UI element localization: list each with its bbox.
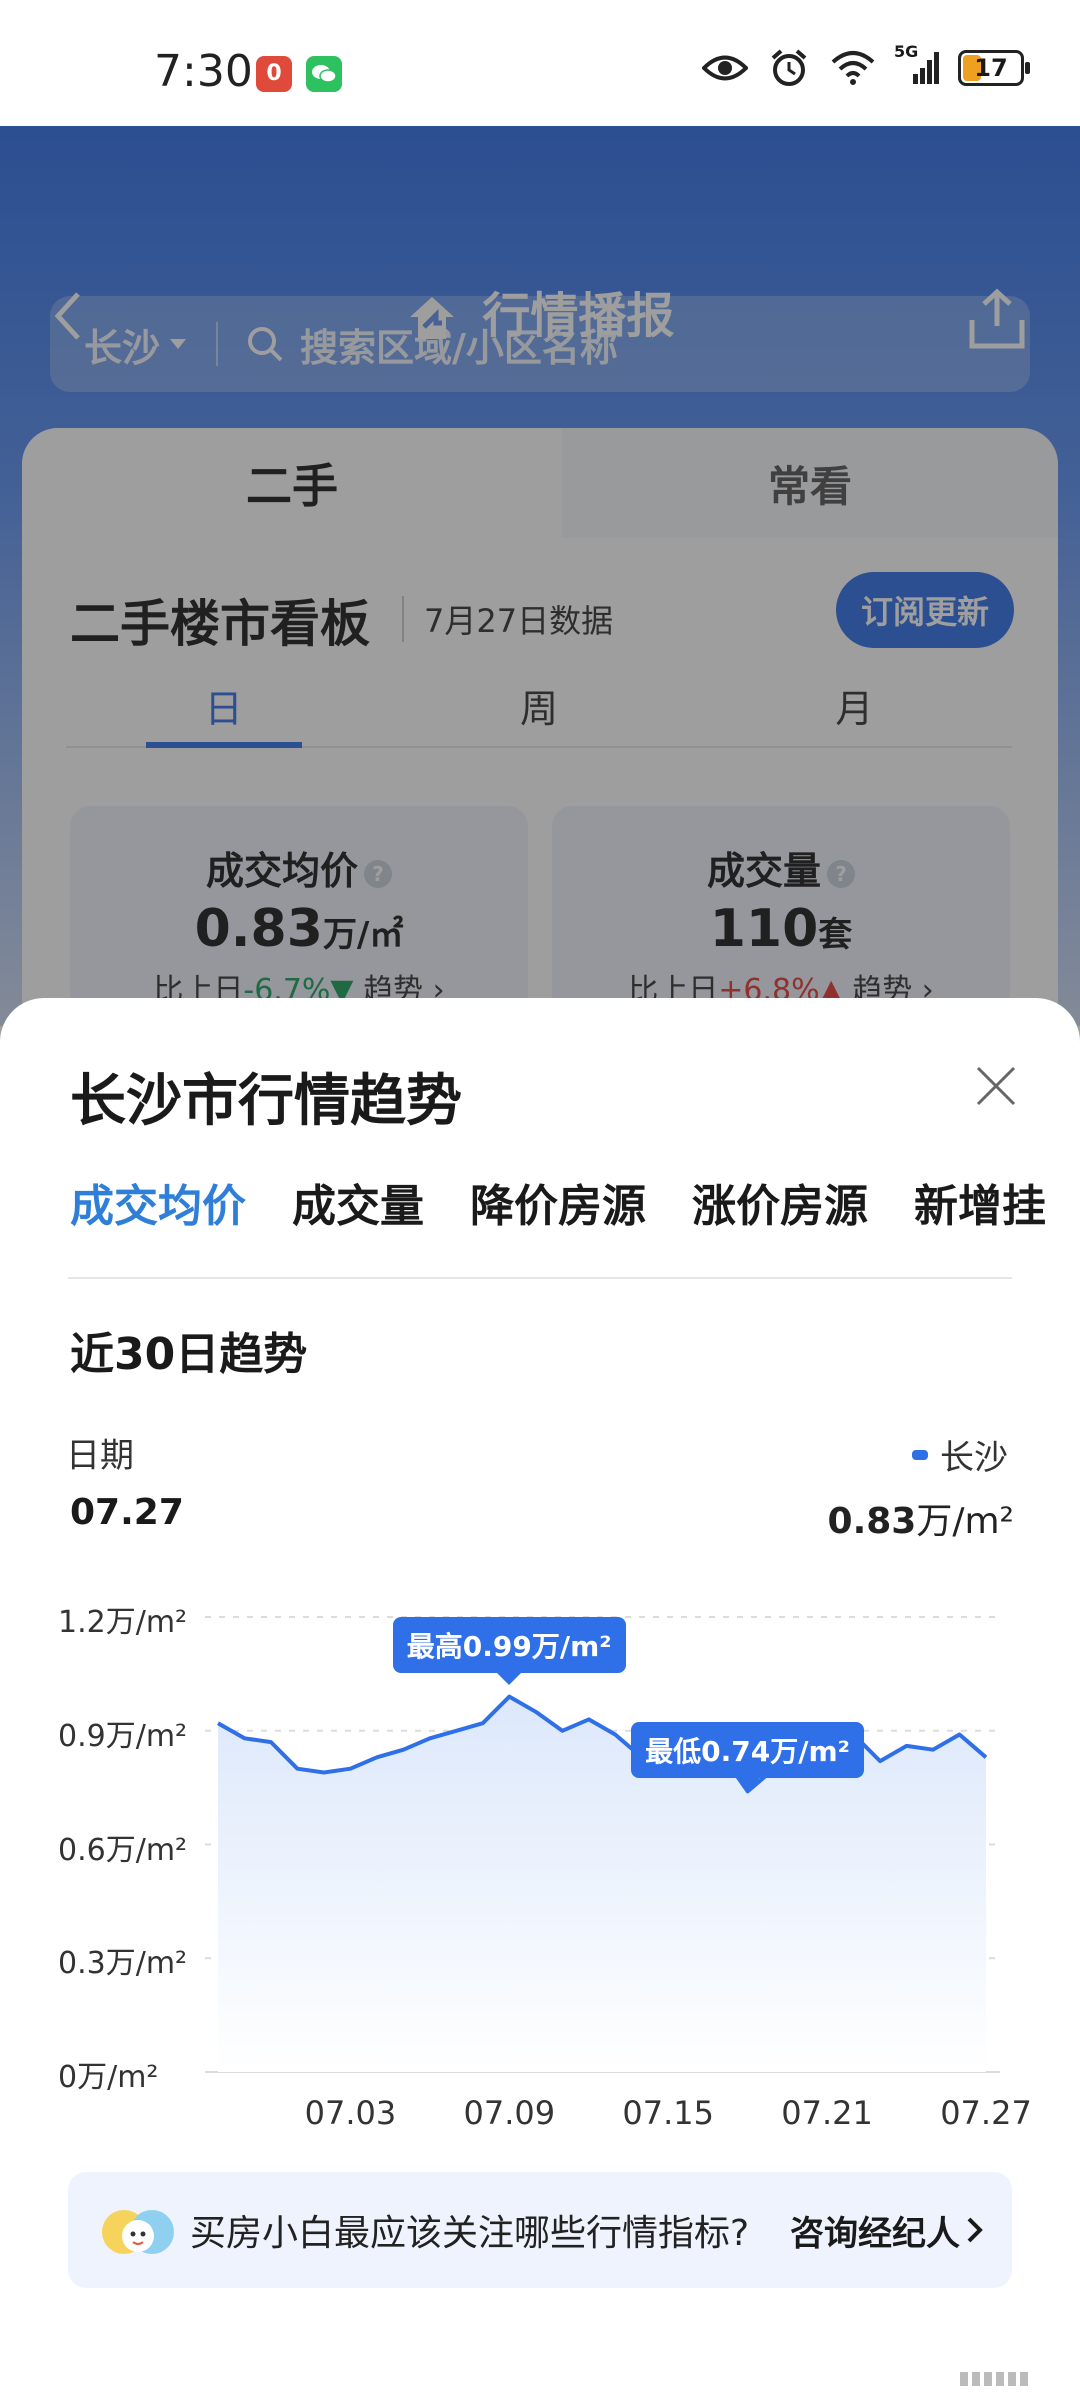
- close-icon[interactable]: [974, 1064, 1018, 1108]
- x-tick-label: 07.15: [622, 2094, 715, 2132]
- modal-overlay[interactable]: [0, 126, 1080, 1126]
- chevron-right-icon: [967, 2217, 983, 2243]
- mascot-icon: [102, 2210, 174, 2254]
- tab-price-rise[interactable]: 涨价房源: [692, 1170, 868, 1240]
- x-tick-label: 07.21: [781, 2094, 873, 2132]
- consult-agent-link[interactable]: 咨询经纪人: [790, 2206, 984, 2255]
- y-tick-label: 0.3万/m²: [58, 1946, 188, 1982]
- network-label: 5G: [894, 42, 919, 61]
- x-tick-label: 07.03: [304, 2094, 397, 2132]
- wifi-icon: [830, 48, 876, 88]
- y-tick-label: 1.2万/m²: [58, 1605, 188, 1640]
- tip-text: 买房小白最应该关注哪些行情指标?: [190, 2213, 750, 2254]
- sheet-title: 长沙市行情趋势: [70, 1069, 462, 1134]
- y-tick-label: 0万/m²: [58, 2060, 159, 2095]
- battery-level: 17: [974, 54, 1008, 82]
- chart-legend: 长沙: [912, 1430, 1008, 1479]
- legend-value: 0.83万/m²: [828, 1492, 1014, 1544]
- tip-card[interactable]: 买房小白最应该关注哪些行情指标? 咨询经纪人: [68, 2172, 1012, 2288]
- min-label: 最低0.74万/m²: [631, 1722, 864, 1790]
- legend-marker: [912, 1449, 928, 1460]
- status-time: 7:30: [154, 46, 253, 97]
- y-tick-label: 0.9万/m²: [58, 1718, 188, 1754]
- y-tick-label: 0.6万/m²: [58, 1832, 188, 1868]
- status-bar: 7:30 0 5G 17: [0, 0, 1080, 126]
- tab-avg-price[interactable]: 成交均价: [70, 1170, 246, 1240]
- home-indicator-icon: [960, 2372, 1028, 2386]
- tab-price-cut[interactable]: 降价房源: [470, 1170, 646, 1240]
- legend-value-unit: 万/m²: [916, 1501, 1014, 1542]
- tab-volume[interactable]: 成交量: [292, 1170, 424, 1240]
- date-value: 07.27: [70, 1492, 184, 1533]
- max-label: 最高0.99万/m²: [392, 1616, 626, 1685]
- alarm-icon: [766, 48, 812, 88]
- legend-name: 长沙: [940, 1438, 1008, 1478]
- wechat-icon: [306, 56, 342, 92]
- consult-agent-label: 咨询经纪人: [790, 2213, 960, 2254]
- notification-badge-icon: 0: [256, 56, 292, 92]
- eye-icon: [702, 48, 748, 88]
- legend-value-number: 0.83: [827, 1501, 917, 1542]
- divider: [68, 1277, 1012, 1279]
- metric-tabs: 成交均价 成交量 降价房源 涨价房源 新增挂: [70, 1170, 1080, 1240]
- tab-new-listings[interactable]: 新增挂: [914, 1170, 1046, 1240]
- trend-title: 近30日趋势: [70, 1329, 308, 1380]
- signal-icon: 5G: [894, 42, 940, 88]
- x-tick-label: 07.09: [463, 2094, 556, 2132]
- battery-icon: 17: [958, 50, 1030, 86]
- date-label: 日期: [66, 1436, 134, 1476]
- x-tick-label: 07.27: [940, 2094, 1032, 2132]
- status-icons: 5G 17: [702, 42, 1030, 88]
